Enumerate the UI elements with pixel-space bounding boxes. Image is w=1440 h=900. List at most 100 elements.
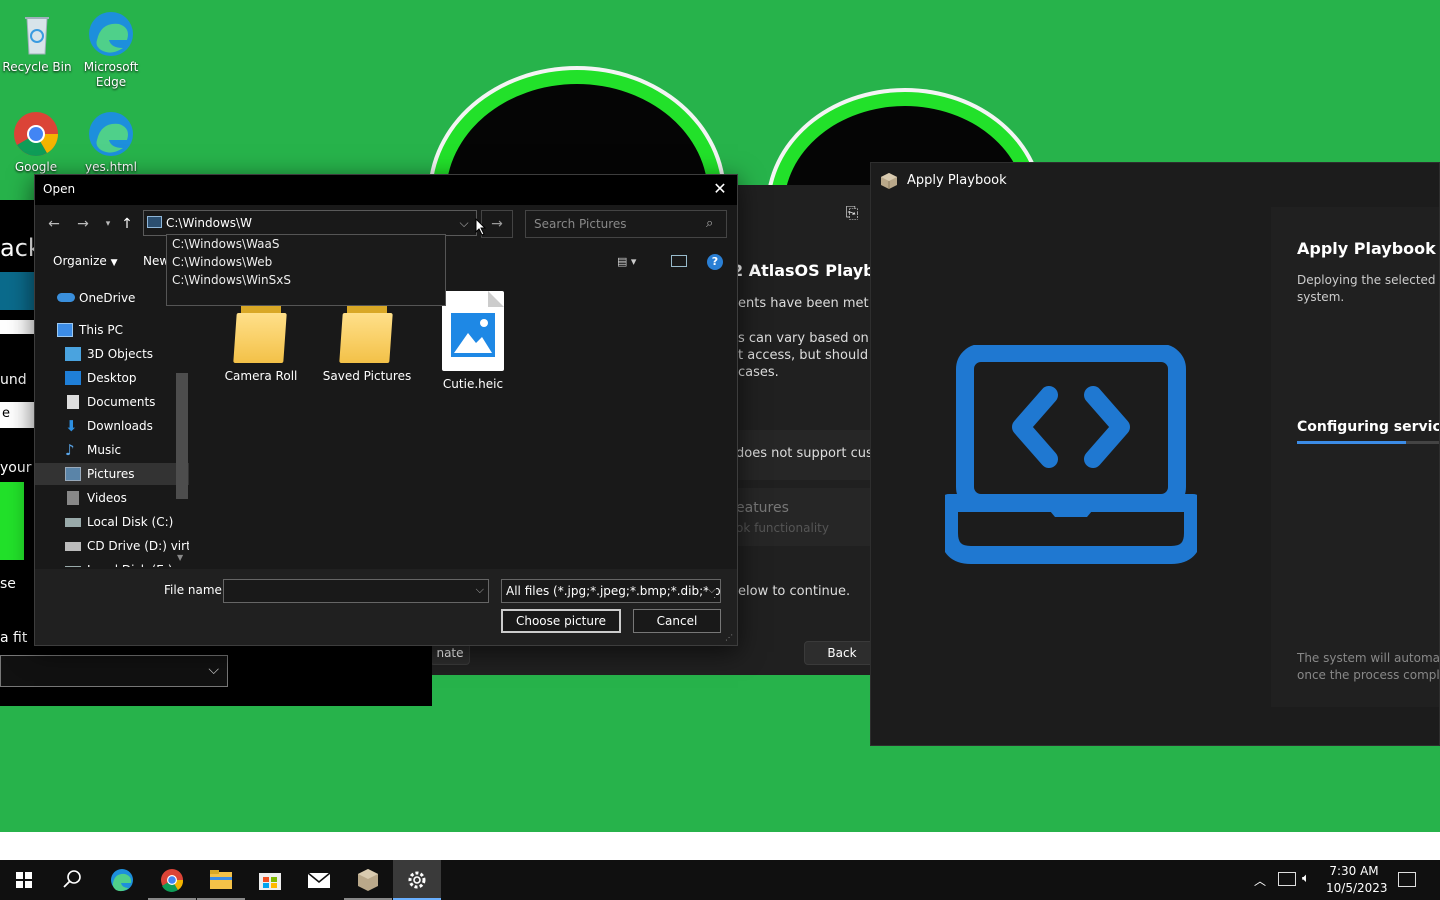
search-icon: ⌕	[706, 216, 714, 231]
organize-label: Organize	[53, 254, 107, 268]
volume-icon[interactable]: 🔈︎	[1302, 871, 1310, 886]
chevron-down-icon[interactable]: ⌵	[476, 583, 484, 597]
atlas-text: elow to continue.	[738, 584, 851, 599]
cd-icon	[65, 542, 81, 551]
tree-item-downloads[interactable]: ⬇ Downloads	[35, 415, 189, 437]
desktop-icon-chrome[interactable]: Google	[0, 110, 72, 175]
address-input[interactable]: C:\Windows\W	[166, 216, 252, 230]
autocomplete-item[interactable]: C:\Windows\Web	[167, 253, 445, 271]
close-icon[interactable]: ✕	[709, 178, 731, 200]
bg-window-text: und	[0, 372, 27, 388]
file-explorer-icon[interactable]	[197, 860, 245, 900]
address-autocomplete-list: C:\Windows\WaaS C:\Windows\Web C:\Window…	[166, 234, 446, 306]
tree-item-documents[interactable]: Documents	[35, 391, 189, 413]
bg-window-tile	[0, 272, 34, 310]
tree-item-desktop[interactable]: Desktop	[35, 367, 189, 389]
file-item-cutie-heic[interactable]: Cutie.heic	[425, 291, 521, 391]
back-arrow-icon[interactable]: ←	[43, 213, 65, 235]
taskbar: ︿ 🔈︎ 7:30 AM 10/5/2023	[0, 860, 1440, 900]
tree-item-local-disk-e[interactable]: Local Disk (E:)	[35, 559, 189, 567]
chevron-up-icon[interactable]: ︿	[1254, 872, 1266, 889]
edge-icon[interactable]	[98, 860, 146, 900]
up-arrow-icon[interactable]: ↑	[116, 213, 138, 235]
progress-track	[1297, 441, 1439, 444]
file-item-camera-roll[interactable]: Camera Roll	[213, 299, 309, 383]
playbook-description: Deploying the selected P	[1297, 273, 1440, 287]
chevron-down-icon: ▼	[110, 258, 118, 268]
music-icon: ♪	[65, 441, 75, 459]
atlas-text: t access, but should no	[738, 348, 872, 363]
file-name-input[interactable]: ⌵	[223, 579, 489, 603]
bg-window-field[interactable]: e	[0, 402, 34, 428]
chrome-icon[interactable]	[148, 860, 196, 900]
folder-icon	[339, 299, 395, 363]
store-icon[interactable]	[246, 860, 294, 900]
desktop-icon-yes-html[interactable]: yes.html	[75, 110, 147, 175]
tree-item-this-pc[interactable]: This PC	[35, 319, 189, 341]
address-bar[interactable]: C:\Windows\W	[143, 210, 477, 236]
file-type-select[interactable]: All files (*.jpg;*.jpeg;*.bmp;*.dib;*.pn…	[501, 579, 721, 603]
tree-item-cd-drive[interactable]: CD Drive (D:) virt	[35, 535, 189, 557]
notifications-icon[interactable]	[1398, 872, 1416, 887]
dialog-title-bar: Open ✕	[35, 175, 737, 205]
edge-icon	[87, 110, 135, 158]
scroll-down-icon[interactable]: ▼	[177, 553, 183, 562]
playbook-app-icon[interactable]	[344, 860, 392, 900]
back-button[interactable]: Back	[804, 641, 872, 665]
pictures-icon	[65, 467, 81, 481]
preview-pane-icon[interactable]	[671, 255, 687, 267]
image-file-icon	[442, 291, 504, 371]
start-button[interactable]	[0, 860, 48, 900]
scrollbar-thumb[interactable]	[176, 373, 188, 499]
settings-gear-icon[interactable]	[393, 860, 441, 900]
chrome-icon	[12, 110, 60, 158]
search-input[interactable]: Search Pictures	[534, 217, 627, 231]
tree-item-pictures[interactable]: Pictures	[35, 463, 189, 485]
resize-grip-icon[interactable]: ⋰	[725, 633, 735, 643]
atlas-text: s can vary based on yo	[738, 331, 872, 346]
playbook-heading: Apply Playbook	[1297, 239, 1436, 258]
mail-icon[interactable]	[295, 860, 343, 900]
organize-button[interactable]: Organize ▼	[53, 254, 118, 268]
file-type-value: All files (*.jpg;*.jpeg;*.bmp;*.dib;*.pn…	[506, 584, 721, 598]
dialog-title: Open	[43, 182, 76, 196]
open-file-dialog: Open ✕ ← → ▾ ↑ C:\Windows\W ⌵ → C:\Windo…	[34, 174, 738, 646]
clock-date[interactable]: 10/5/2023	[1326, 881, 1388, 895]
cancel-button[interactable]: Cancel	[633, 609, 721, 633]
tree-item-videos[interactable]: Videos	[35, 487, 189, 509]
view-options-icon[interactable]: ▤ ▾	[617, 255, 649, 269]
tree-scrollbar[interactable]: ▼	[175, 285, 189, 569]
edge-icon	[87, 10, 135, 58]
help-icon[interactable]: ?	[707, 254, 723, 270]
share-icon[interactable]: ⎘	[838, 199, 866, 227]
forward-arrow-icon[interactable]: →	[72, 213, 94, 235]
atlas-text: does not support cust	[736, 446, 872, 461]
search-icon[interactable]	[48, 860, 96, 900]
autocomplete-item[interactable]: C:\Windows\WaaS	[167, 235, 445, 253]
autocomplete-item[interactable]: C:\Windows\WinSxS	[167, 271, 445, 289]
playbook-app-icon	[879, 171, 899, 191]
desktop-icon-recycle-bin[interactable]: Recycle Bin	[1, 10, 73, 75]
tree-item-local-disk-c[interactable]: Local Disk (C:)	[35, 511, 189, 533]
atlas-card: does not support cust	[728, 430, 872, 480]
clock-time[interactable]: 7:30 AM	[1326, 864, 1382, 878]
desktop-icon-label: Google	[14, 160, 58, 174]
desktop-icon-label: Microsoft Edge	[83, 60, 139, 89]
choose-picture-button[interactable]: Choose picture	[501, 609, 621, 633]
tree-item-3d-objects[interactable]: 3D Objects	[35, 343, 189, 365]
desktop-icon-label: yes.html	[85, 160, 137, 174]
tree-item-music[interactable]: ♪ Music	[35, 439, 189, 461]
network-icon[interactable]	[1278, 872, 1296, 886]
address-dropdown-icon[interactable]: ⌵	[453, 211, 475, 235]
bg-window-text: a fit	[0, 630, 28, 646]
bg-window-preview	[0, 482, 24, 560]
file-item-saved-pictures[interactable]: Saved Pictures	[319, 299, 415, 383]
search-box[interactable]: Search Pictures ⌕	[525, 210, 727, 238]
desktop-icon-label: Recycle Bin	[2, 60, 72, 74]
fit-dropdown[interactable]: ⌵	[0, 655, 228, 687]
atlas-text: cases.	[738, 365, 779, 380]
bg-window-bar	[0, 320, 34, 334]
desktop-icon-edge[interactable]: Microsoft Edge	[75, 10, 147, 90]
cube-icon	[65, 347, 81, 361]
download-icon: ⬇	[65, 417, 78, 435]
